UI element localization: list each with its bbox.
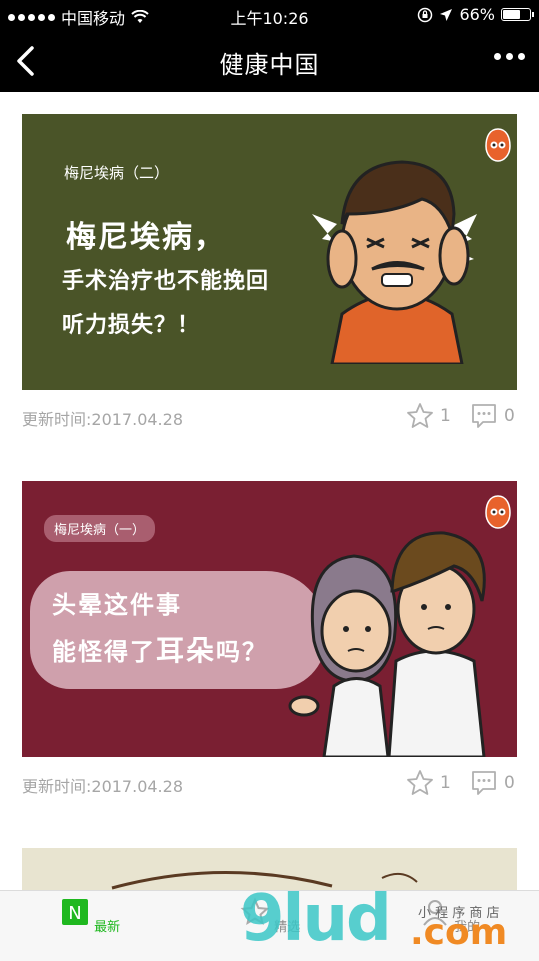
article-tag: 梅尼埃病（二） bbox=[64, 164, 170, 182]
article-card[interactable]: 梅尼埃病（一） 头晕这件事 能怪得了耳朵吗？ 更新时间:2017.04.28 1… bbox=[22, 481, 517, 805]
article-headline: 梅尼埃病， bbox=[66, 220, 226, 255]
like-count: 1 bbox=[440, 773, 451, 793]
featured-icon bbox=[240, 897, 270, 926]
tab-label: 我的 bbox=[454, 920, 481, 935]
article-meta: 更新时间:2017.04.28 1 0 bbox=[22, 390, 517, 438]
star-icon[interactable] bbox=[406, 402, 434, 430]
tab-label: 精选 bbox=[274, 920, 301, 935]
article-card[interactable]: 梅尼埃病（二） 梅尼埃病， 手术治疗也不能挽回 听力损失？！ 更新时间:2017… bbox=[22, 114, 517, 438]
battery-percent: 66% bbox=[459, 5, 495, 24]
latest-icon-glyph: N bbox=[68, 903, 81, 924]
comment-icon[interactable] bbox=[470, 769, 498, 797]
page-title: 健康中国 bbox=[219, 51, 320, 79]
comment-icon[interactable] bbox=[470, 402, 498, 430]
article-headline: 头晕这件事 bbox=[52, 591, 182, 619]
tab-featured[interactable]: 精选 bbox=[220, 897, 320, 935]
article-subtitle: 手术治疗也不能挽回 听力损失？！ bbox=[62, 260, 269, 348]
nav-bar: 健康中国 bbox=[0, 30, 539, 92]
tab-label: 最新 bbox=[94, 920, 121, 935]
comment-count: 0 bbox=[504, 773, 515, 793]
subtitle-line: 听力损失？！ bbox=[62, 313, 201, 338]
tab-bar: N 最新 精选 我的 bbox=[0, 890, 539, 961]
status-right: 66% bbox=[417, 5, 534, 24]
update-time: 更新时间:2017.04.28 bbox=[22, 777, 184, 796]
subtitle-line: 手术治疗也不能挽回 bbox=[62, 269, 270, 294]
update-time: 更新时间:2017.04.28 bbox=[22, 410, 184, 429]
rotation-lock-icon bbox=[418, 7, 433, 22]
article-meta: 更新时间:2017.04.28 1 0 bbox=[22, 757, 517, 805]
subtitle-emphasis: 耳朵 bbox=[156, 634, 217, 667]
like-count: 1 bbox=[440, 406, 451, 426]
article-tag: 梅尼埃病（一） bbox=[44, 515, 156, 542]
latest-icon: N bbox=[61, 899, 88, 925]
user-icon bbox=[423, 900, 447, 926]
tab-latest[interactable]: N 最新 bbox=[40, 897, 140, 935]
like-stat[interactable]: 1 bbox=[406, 402, 451, 430]
article-banner[interactable]: 梅尼埃病（一） 头晕这件事 能怪得了耳朵吗？ bbox=[22, 481, 517, 757]
comment-stat[interactable]: 0 bbox=[470, 769, 515, 797]
like-stat[interactable]: 1 bbox=[406, 769, 451, 797]
battery-icon bbox=[501, 8, 534, 21]
comment-count: 0 bbox=[504, 406, 515, 426]
article-subtitle: 能怪得了耳朵吗？ bbox=[52, 629, 268, 669]
more-icon[interactable] bbox=[494, 53, 525, 60]
subtitle-part: 吗？ bbox=[216, 638, 269, 666]
comment-stat[interactable]: 0 bbox=[470, 402, 515, 430]
subtitle-part: 能怪得了 bbox=[52, 638, 156, 666]
tab-mine[interactable]: 我的 bbox=[400, 897, 500, 935]
status-bar: 中国移动 上午10:26 66% bbox=[0, 0, 539, 30]
cartoon-man-illustration bbox=[312, 160, 477, 364]
location-icon bbox=[440, 8, 453, 21]
article-banner[interactable]: 梅尼埃病（二） 梅尼埃病， 手术治疗也不能挽回 听力损失？！ bbox=[22, 114, 517, 390]
star-icon[interactable] bbox=[406, 769, 434, 797]
cartoon-doctors-illustration bbox=[288, 531, 486, 757]
